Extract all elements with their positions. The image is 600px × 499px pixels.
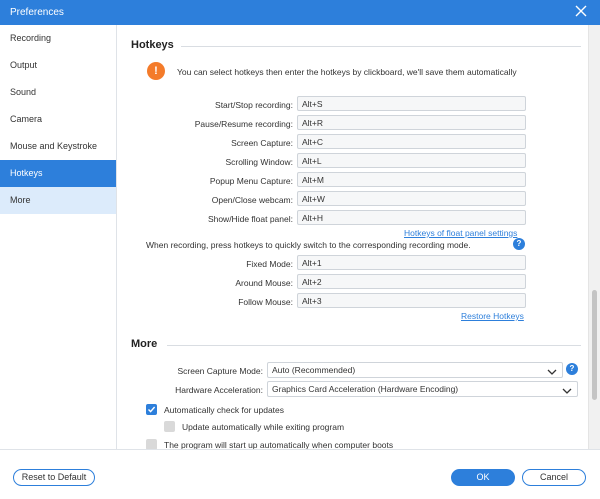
mode-info-text: When recording, press hotkeys to quickly… <box>146 240 471 250</box>
sidebar-item-sound[interactable]: Sound <box>0 79 116 106</box>
hotkey-label: Open/Close webcam: <box>211 195 293 205</box>
help-icon[interactable]: ? <box>566 363 578 375</box>
select-value: Graphics Card Acceleration (Hardware Enc… <box>272 384 459 394</box>
hotkey-field-scrolling-window[interactable]: Alt+L <box>297 153 526 168</box>
hotkey-field-webcam[interactable]: Alt+W <box>297 191 526 206</box>
scrollbar[interactable] <box>588 25 600 449</box>
hotkeys-notice: You can select hotkeys then enter the ho… <box>177 67 517 77</box>
hotkey-field-start-stop[interactable]: Alt+S <box>297 96 526 111</box>
hotkeys-section-title: Hotkeys <box>131 39 174 51</box>
hotkey-field-popup-menu-capture[interactable]: Alt+M <box>297 172 526 187</box>
sidebar-item-more[interactable]: More <box>0 187 116 214</box>
more-section-title: More <box>131 338 158 350</box>
scrollbar-thumb[interactable] <box>592 290 597 400</box>
window-title: Preferences <box>10 7 64 18</box>
hotkey-label: Start/Stop recording: <box>215 100 293 110</box>
hotkey-field-fixed-mode[interactable]: Alt+1 <box>297 255 526 270</box>
hotkey-label: Popup Menu Capture: <box>209 176 293 186</box>
hotkey-row: Show/Hide float panel: Alt+H <box>117 210 589 227</box>
hotkey-row: Pause/Resume recording: Alt+R <box>117 115 589 132</box>
restore-hotkeys-link[interactable]: Restore Hotkeys <box>461 311 524 321</box>
hotkey-field-pause-resume[interactable]: Alt+R <box>297 115 526 130</box>
hotkey-row: Follow Mouse: Alt+3 <box>117 293 589 310</box>
hotkey-row: Fixed Mode: Alt+1 <box>117 255 589 272</box>
screen-capture-mode-label: Screen Capture Mode: <box>177 366 263 376</box>
close-icon[interactable] <box>574 4 588 18</box>
sidebar-item-camera[interactable]: Camera <box>0 106 116 133</box>
hardware-acceleration-select[interactable]: Graphics Card Acceleration (Hardware Enc… <box>267 381 578 397</box>
hotkey-row: Popup Menu Capture: Alt+M <box>117 172 589 189</box>
checkbox-label: Update automatically while exiting progr… <box>182 422 345 432</box>
section-divider <box>181 46 581 47</box>
reset-to-default-button[interactable]: Reset to Default <box>13 469 95 486</box>
sidebar-item-output[interactable]: Output <box>0 52 116 79</box>
hotkey-row: Screen Capture: Alt+C <box>117 134 589 151</box>
hotkey-label: Scrolling Window: <box>225 157 293 167</box>
float-panel-hotkeys-link[interactable]: Hotkeys of float panel settings <box>404 228 517 238</box>
checkbox-label: The program will start up automatically … <box>164 440 394 449</box>
hotkey-label: Follow Mouse: <box>238 297 293 307</box>
hardware-acceleration-label: Hardware Acceleration: <box>175 385 263 395</box>
warning-icon: ! <box>147 62 165 80</box>
hotkey-row: Open/Close webcam: Alt+W <box>117 191 589 208</box>
footer: Reset to Default OK Cancel <box>0 449 600 499</box>
chevron-down-icon <box>547 366 557 375</box>
hotkey-row: Start/Stop recording: Alt+S <box>117 96 589 113</box>
hotkey-row: Scrolling Window: Alt+L <box>117 153 589 170</box>
hotkey-label: Around Mouse: <box>235 278 293 288</box>
screen-capture-mode-select[interactable]: Auto (Recommended) <box>267 362 563 378</box>
title-bar: Preferences <box>0 0 600 25</box>
cancel-button[interactable]: Cancel <box>522 469 586 486</box>
hotkey-row: Around Mouse: Alt+2 <box>117 274 589 291</box>
help-icon[interactable]: ? <box>513 238 525 250</box>
sidebar: Recording Output Sound Camera Mouse and … <box>0 25 117 449</box>
content-panel: Hotkeys ! You can select hotkeys then en… <box>117 25 589 449</box>
chevron-down-icon <box>562 385 572 394</box>
hotkey-label: Fixed Mode: <box>246 259 293 269</box>
sidebar-item-recording[interactable]: Recording <box>0 25 116 52</box>
hotkey-field-follow-mouse[interactable]: Alt+3 <box>297 293 526 308</box>
hotkey-field-float-panel[interactable]: Alt+H <box>297 210 526 225</box>
hotkey-label: Screen Capture: <box>231 138 293 148</box>
hotkey-field-around-mouse[interactable]: Alt+2 <box>297 274 526 289</box>
checkbox-unchecked[interactable] <box>146 439 157 449</box>
sidebar-item-mouse-and-keystroke[interactable]: Mouse and Keystroke <box>0 133 116 160</box>
checkbox-unchecked[interactable] <box>164 421 175 432</box>
sidebar-item-hotkeys[interactable]: Hotkeys <box>0 160 116 187</box>
checkbox-checked[interactable] <box>146 404 157 415</box>
select-value: Auto (Recommended) <box>272 365 356 375</box>
section-divider <box>167 345 581 346</box>
hotkey-field-screen-capture[interactable]: Alt+C <box>297 134 526 149</box>
ok-button[interactable]: OK <box>451 469 515 486</box>
hotkey-label: Pause/Resume recording: <box>194 119 293 129</box>
hotkey-label: Show/Hide float panel: <box>207 214 293 224</box>
checkbox-label: Automatically check for updates <box>164 405 285 415</box>
